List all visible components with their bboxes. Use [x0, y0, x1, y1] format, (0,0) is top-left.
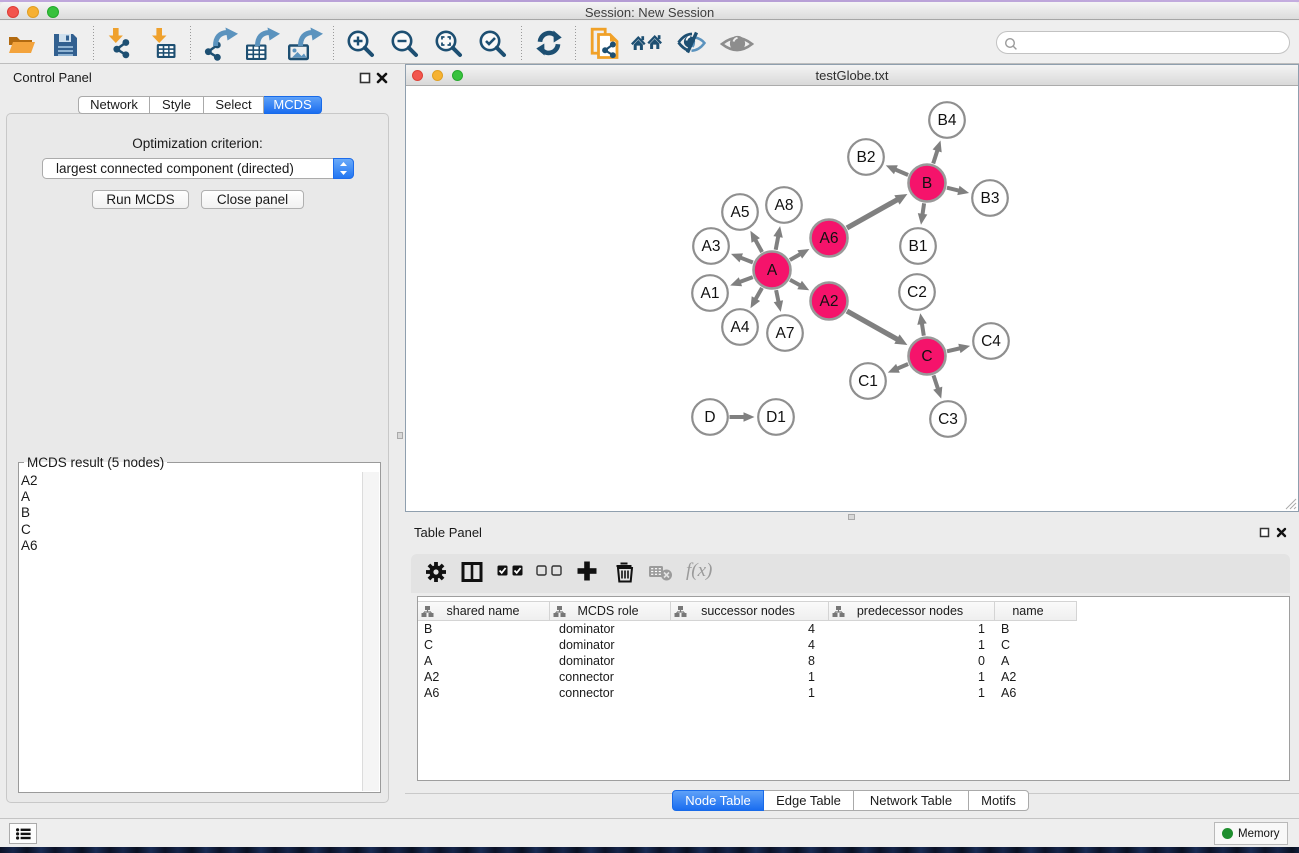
svg-text:C2: C2	[907, 284, 927, 301]
svg-text:D1: D1	[766, 409, 786, 426]
svg-text:A5: A5	[731, 204, 750, 221]
svg-text:A2: A2	[820, 293, 839, 310]
svg-text:A4: A4	[731, 319, 750, 336]
svg-text:A1: A1	[701, 285, 720, 302]
svg-text:C4: C4	[981, 333, 1001, 350]
svg-text:B1: B1	[909, 238, 928, 255]
svg-text:B2: B2	[857, 149, 876, 166]
svg-text:A: A	[767, 262, 778, 279]
svg-text:A6: A6	[820, 230, 839, 247]
svg-text:B4: B4	[938, 112, 957, 129]
svg-text:C3: C3	[938, 411, 958, 428]
svg-text:C1: C1	[858, 373, 878, 390]
svg-text:D: D	[704, 409, 715, 426]
svg-text:A3: A3	[702, 238, 721, 255]
svg-text:A7: A7	[776, 325, 795, 342]
svg-text:A8: A8	[775, 197, 794, 214]
svg-text:C: C	[921, 348, 932, 365]
svg-text:B3: B3	[981, 190, 1000, 207]
svg-text:B: B	[922, 175, 932, 192]
